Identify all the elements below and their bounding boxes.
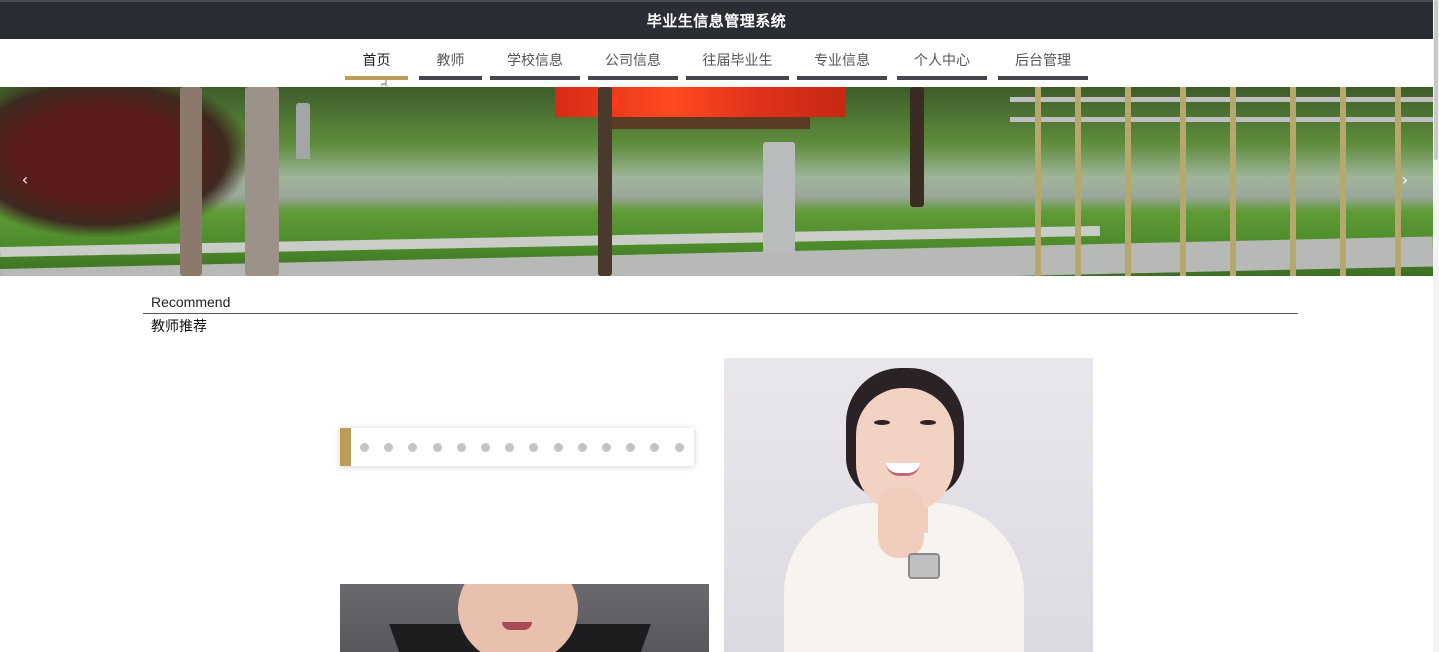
nav-item-major-info[interactable]: 专业信息 [797,48,887,80]
banner-photo-trunk [598,87,612,276]
top-header-bar: 毕业生信息管理系统 [0,0,1433,39]
pagination-dot[interactable] [481,443,490,452]
teacher-photo-2[interactable] [340,584,709,652]
pagination-dot[interactable] [360,443,369,452]
teacher-photo-1-hand [878,488,924,558]
section-divider [143,313,1298,314]
nav-item-company-info[interactable]: 公司信息 [588,48,678,80]
banner-photo-rail [1010,117,1433,122]
nav-item-school-info[interactable]: 学校信息 [490,48,580,80]
nav-item-admin[interactable]: 后台管理 [998,48,1088,80]
scrollbar-thumb[interactable] [1434,0,1438,160]
main-nav: 首页 教师 学校信息 公司信息 往届毕业生 专业信息 个人中心 后台管理 [0,40,1433,86]
banner-photo-bamboo [1340,87,1346,276]
teacher-photo-1-watch [908,553,940,579]
pagination-dot[interactable] [602,443,611,452]
pagination-dot[interactable] [456,443,466,452]
site-title: 毕业生信息管理系统 [646,12,787,30]
banner-photo-flowerbed [605,117,810,129]
teacher-photo-1-eye [874,420,890,425]
nav-item-past-graduates[interactable]: 往届毕业生 [686,48,789,80]
banner-photo-trunk [180,87,202,276]
pagination-dot[interactable] [505,443,515,452]
pagination-dot[interactable] [529,443,539,452]
teacher-photo-2-mouth [502,622,532,630]
banner-carousel[interactable]: ‹ › [0,87,1433,276]
pagination-dot[interactable] [626,443,636,452]
pagination-dot[interactable] [384,443,394,452]
banner-photo-bamboo [1125,87,1131,276]
banner-photo-bamboo [1230,87,1236,276]
teacher-photo-1-eye [920,420,936,425]
pagination-dot[interactable] [408,443,418,452]
page-scrollbar[interactable] [1433,0,1439,652]
pagination-active-marker [340,428,351,466]
banner-photo-bamboo [1180,87,1186,276]
section-title-cn: 教师推荐 [151,319,207,335]
pagination-dot[interactable] [674,443,684,452]
banner-photo-bamboo [1290,87,1296,276]
nav-item-home[interactable]: 首页 [345,48,408,80]
banner-photo-bamboo [1075,87,1081,276]
nav-item-personal-center[interactable]: 个人中心 [897,48,987,80]
banner-photo-trunk [245,87,279,276]
pagination-dot[interactable] [553,443,563,452]
banner-photo-trunk [910,87,924,207]
banner-photo-rail [1010,97,1433,102]
banner-photo-lamp [296,103,310,159]
teacher-photo-1[interactable] [724,358,1093,652]
pagination-dot[interactable] [577,443,587,452]
chevron-right-icon[interactable]: › [1398,171,1412,189]
teacher-photo-2-face [458,584,578,652]
carousel-pagination [340,428,694,466]
section-title-en: Recommend [151,294,231,310]
pagination-dot[interactable] [650,443,660,452]
banner-photo-tree [0,87,250,237]
pagination-dot[interactable] [432,443,442,452]
banner-photo-bamboo [1035,87,1041,276]
banner-photo-lamp [763,142,795,252]
chevron-left-icon[interactable]: ‹ [18,171,32,189]
nav-item-teachers[interactable]: 教师 [419,48,482,80]
